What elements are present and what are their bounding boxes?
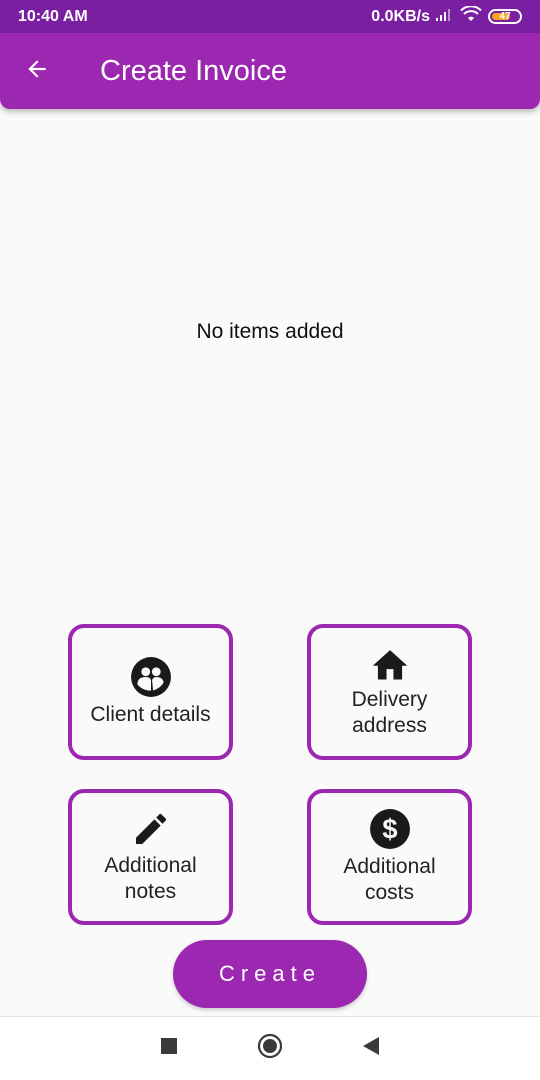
status-time: 10:40 AM: [18, 7, 88, 25]
app-bar: Create Invoice: [0, 33, 540, 109]
empty-state-message: No items added: [196, 320, 344, 343]
svg-text:$: $: [382, 813, 397, 844]
dollar-icon: $: [369, 808, 411, 850]
status-bar: 10:40 AM 0.0KB/s 47: [0, 0, 540, 33]
system-nav-bar: [0, 1016, 540, 1080]
arrow-back-icon: [24, 56, 50, 87]
network-speed: 0.0KB/s: [371, 7, 430, 25]
delivery-address-label: Delivery address: [351, 688, 428, 737]
back-button[interactable]: [0, 33, 74, 109]
additional-costs-card[interactable]: $ Additional costs: [307, 789, 472, 925]
delivery-address-card[interactable]: Delivery address: [307, 624, 472, 760]
home-icon: [369, 645, 411, 683]
battery-level: 47: [499, 11, 511, 22]
recents-icon[interactable]: [160, 1037, 178, 1060]
pencil-icon: [131, 809, 171, 849]
additional-costs-label: Additional costs: [343, 855, 436, 904]
status-right: 0.0KB/s 47: [371, 5, 522, 27]
client-details-label: Client details: [90, 703, 211, 726]
wifi-icon: [460, 5, 482, 27]
client-icon: [130, 656, 172, 698]
battery-icon: 47: [488, 9, 522, 24]
additional-notes-card[interactable]: Additional notes: [68, 789, 233, 925]
create-button[interactable]: Create: [173, 940, 367, 1008]
home-circle-icon[interactable]: [257, 1033, 283, 1064]
page-title: Create Invoice: [100, 54, 287, 87]
back-triangle-icon[interactable]: [362, 1036, 380, 1061]
client-details-card[interactable]: Client details: [68, 624, 233, 760]
additional-notes-label: Additional notes: [104, 854, 197, 903]
signal-icon: [436, 7, 454, 26]
